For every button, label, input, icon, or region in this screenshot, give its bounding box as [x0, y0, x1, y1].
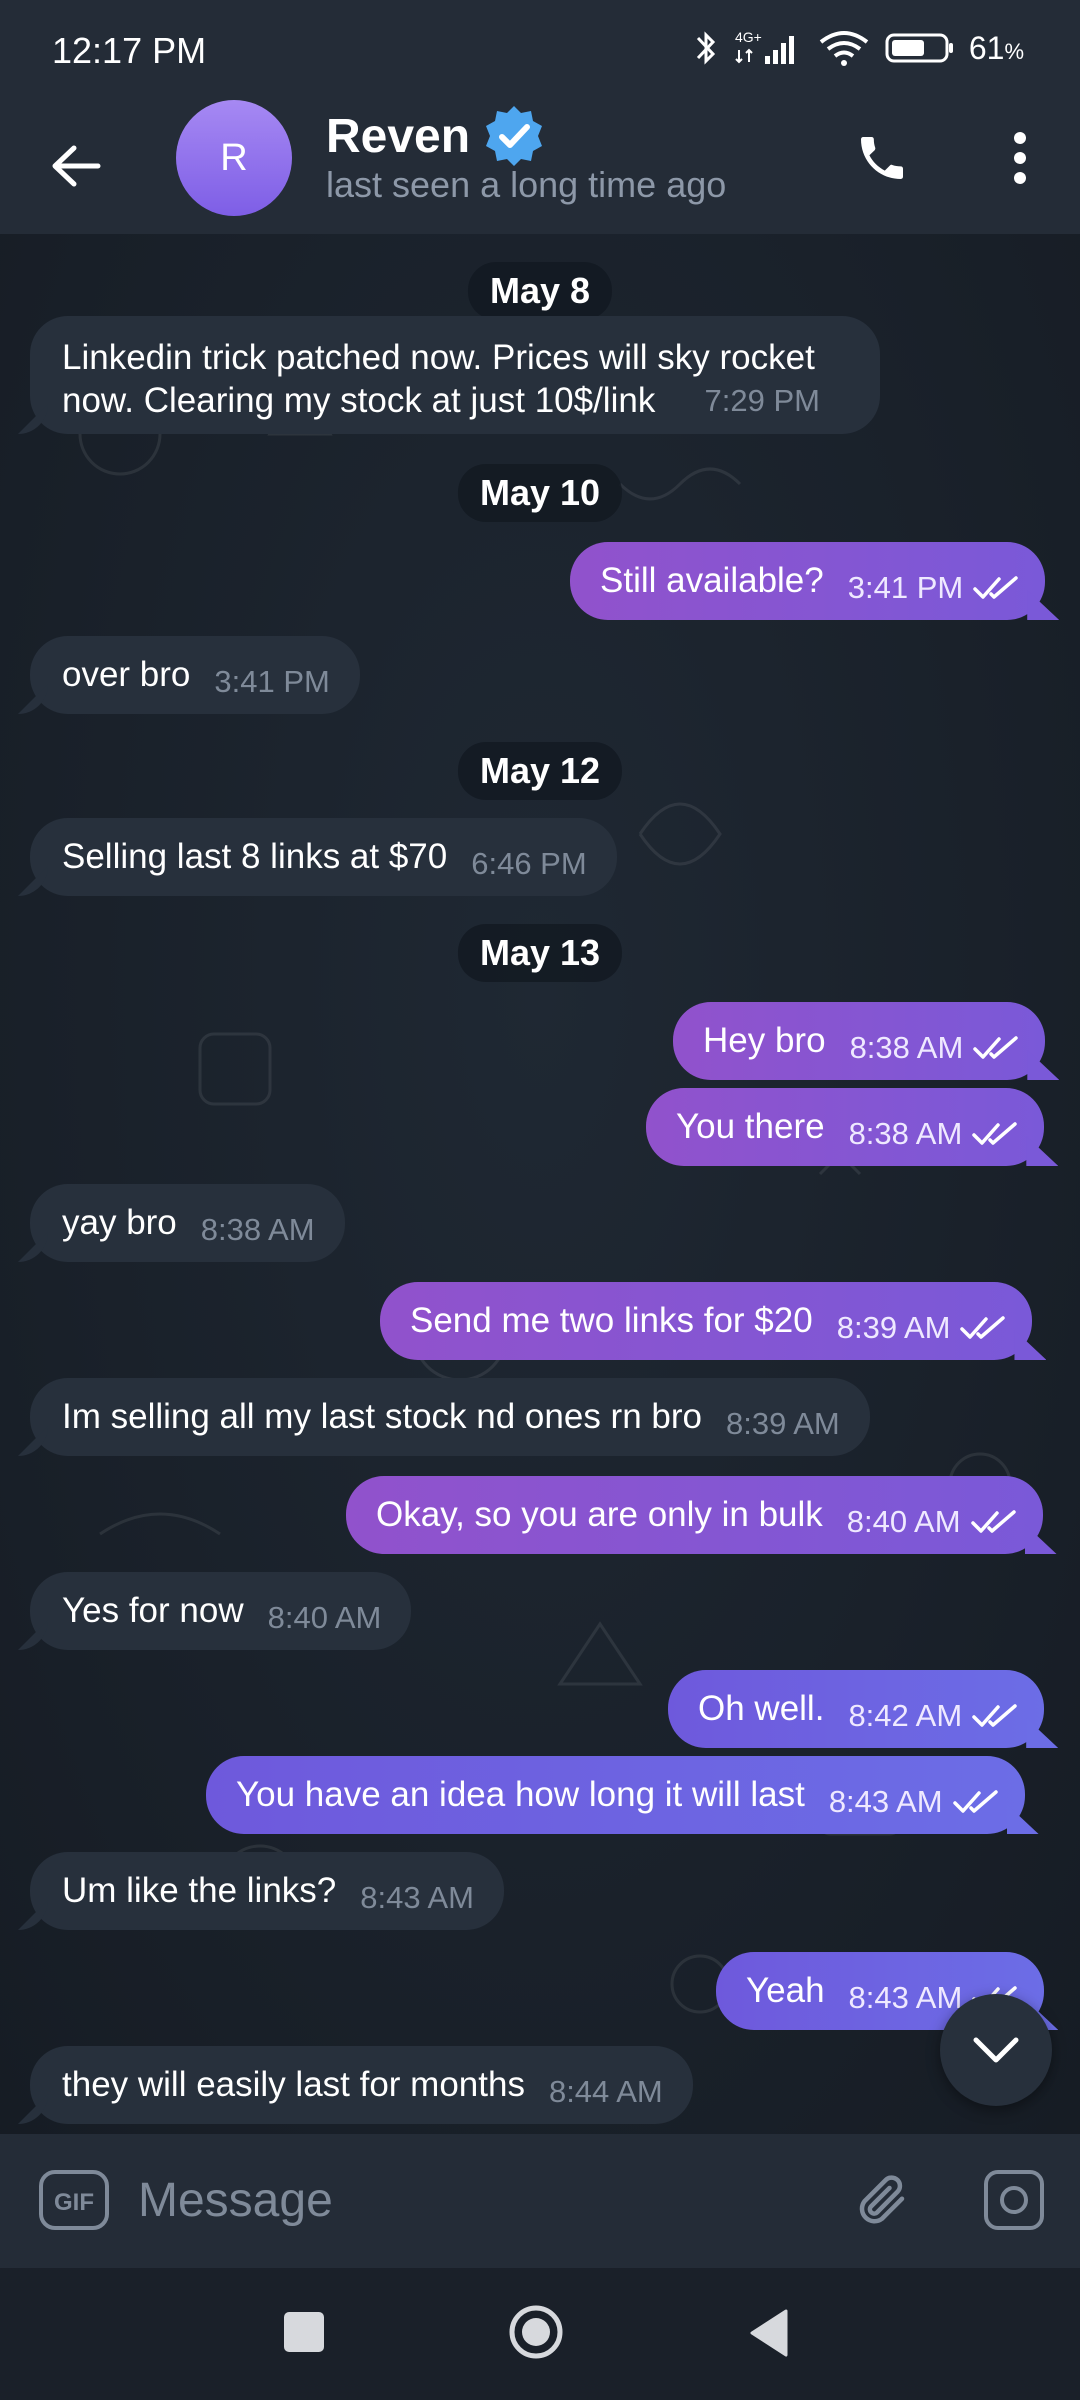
message-incoming[interactable]: Im selling all my last stock nd ones rn … — [30, 1378, 870, 1456]
message-time: 8:39 AM — [725, 1406, 840, 1441]
status-icons: 4G+ 61% — [693, 28, 1024, 68]
date-separator: May 8 — [467, 262, 613, 320]
message-text: Yes for now — [62, 1591, 244, 1630]
contact-name: Reven — [326, 109, 471, 163]
message-text: Send me two links for $20 — [410, 1301, 813, 1340]
double-check-icon — [972, 1122, 1018, 1146]
double-check-icon — [952, 1790, 999, 1814]
bluetooth-icon — [696, 31, 715, 65]
chevron-down-icon — [973, 2037, 1019, 2063]
svg-text:GIF: GIF — [54, 2189, 94, 2216]
double-check-icon — [973, 576, 1019, 600]
message-text: they will easily last for months — [62, 2065, 525, 2104]
message-time: 8:39 AM — [836, 1310, 951, 1345]
message-outgoing[interactable]: You have an idea how long it will last 8… — [206, 1756, 1025, 1834]
double-check-icon — [973, 1036, 1019, 1060]
message-text: yay bro — [62, 1203, 177, 1242]
message-outgoing[interactable]: Hey bro 8:38 AM — [673, 1002, 1046, 1080]
message-text: Still available? — [600, 561, 824, 600]
message-time: 3:41 PM — [214, 664, 330, 699]
message-text: Okay, so you are only in bulk — [376, 1495, 823, 1534]
date-separator: May 10 — [457, 464, 623, 522]
battery-percent: 61% — [968, 29, 1024, 66]
back-arrow-icon — [52, 145, 101, 187]
system-nav-bar — [0, 2268, 1080, 2400]
message-text: Hey bro — [703, 1021, 826, 1060]
message-incoming[interactable]: Linkedin trick patched now. Prices will … — [30, 316, 880, 434]
battery-icon — [885, 33, 953, 63]
message-text: over bro — [62, 655, 191, 694]
verified-icon — [486, 106, 543, 166]
paperclip-icon — [859, 2175, 905, 2224]
message-time: 6:46 PM — [471, 846, 587, 881]
contact-name-row[interactable]: Reven — [326, 104, 546, 168]
message-time: 8:43 AM — [848, 1980, 963, 2015]
nav-home-icon — [509, 2305, 563, 2359]
message-text: You there — [676, 1107, 825, 1146]
double-check-icon — [972, 1704, 1018, 1728]
message-text: Oh well. — [698, 1689, 825, 1728]
date-separator: May 12 — [457, 742, 623, 800]
message-time: 8:38 AM — [849, 1030, 964, 1065]
nav-back-button[interactable] — [746, 2308, 790, 2358]
message-incoming[interactable]: Yes for now 8:40 AM — [30, 1572, 412, 1650]
avatar[interactable]: R — [176, 100, 292, 216]
camera-button[interactable] — [978, 2164, 1050, 2236]
telegram-chat-screen: 12:17 PM 4G+ 61% R Reven last seen a lon… — [0, 0, 1080, 2400]
back-button[interactable] — [40, 130, 112, 202]
wifi-icon — [819, 31, 869, 66]
message-incoming[interactable]: Um like the links? 8:43 AM — [30, 1852, 505, 1930]
message-time: 8:43 AM — [828, 1784, 943, 1819]
message-outgoing[interactable]: Okay, so you are only in bulk 8:40 AM — [346, 1476, 1043, 1554]
message-outgoing[interactable]: Oh well. 8:42 AM — [668, 1670, 1045, 1748]
attach-button[interactable] — [846, 2164, 918, 2236]
phone-icon — [861, 137, 903, 179]
gif-icon: GIF — [39, 2170, 109, 2230]
date-separator: May 13 — [457, 924, 623, 982]
nav-back-icon — [750, 2309, 788, 2357]
message-input[interactable] — [138, 2160, 798, 2240]
message-time: 8:40 AM — [846, 1504, 961, 1539]
message-text: Um like the links? — [62, 1871, 337, 1910]
last-seen-status: last seen a long time ago — [326, 164, 727, 205]
message-incoming[interactable]: yay bro 8:38 AM — [30, 1184, 345, 1262]
message-incoming[interactable]: Selling last 8 links at $70 6:46 PM — [30, 818, 617, 896]
svg-text:4G+: 4G+ — [735, 29, 762, 45]
nav-home-button[interactable] — [508, 2304, 564, 2360]
message-outgoing[interactable]: You there 8:38 AM — [646, 1088, 1045, 1166]
message-outgoing[interactable]: Still available? 3:41 PM — [570, 542, 1046, 620]
message-time: 8:44 AM — [548, 2074, 663, 2109]
message-text: You have an idea how long it will last — [236, 1775, 805, 1814]
message-incoming[interactable]: over bro 3:41 PM — [30, 636, 360, 714]
message-time: 8:38 AM — [848, 1116, 963, 1151]
message-composer: GIF — [0, 2134, 1080, 2268]
message-list[interactable]: May 8 Linkedin trick patched now. Prices… — [0, 234, 1080, 2134]
gif-button[interactable]: GIF — [38, 2169, 110, 2231]
scroll-to-bottom-button[interactable] — [940, 1994, 1052, 2106]
signal-icon: 4G+ — [735, 29, 794, 64]
nav-recent-icon[interactable] — [284, 2312, 324, 2352]
message-time: 8:43 AM — [360, 1880, 475, 1915]
message-text: Im selling all my last stock nd ones rn … — [62, 1397, 702, 1436]
chat-header: R Reven last seen a long time ago — [0, 100, 1080, 234]
double-check-icon — [960, 1316, 1006, 1340]
message-incoming[interactable]: they will easily last for months 8:44 AM — [30, 2046, 693, 2124]
message-time: 8:42 AM — [848, 1698, 963, 1733]
message-text: Yeah — [746, 1971, 825, 2010]
status-bar: 12:17 PM 4G+ 61% — [0, 0, 1080, 100]
status-time: 12:17 PM — [52, 30, 207, 71]
more-vert-icon — [1014, 132, 1026, 184]
message-time: 7:29 PM — [704, 383, 820, 418]
message-outgoing[interactable]: Send me two links for $20 8:39 AM — [380, 1282, 1033, 1360]
message-time: 8:38 AM — [200, 1212, 315, 1247]
message-time: 3:41 PM — [847, 570, 964, 605]
message-time: 8:40 AM — [267, 1600, 382, 1635]
call-button[interactable] — [846, 122, 918, 194]
camera-icon — [984, 2170, 1044, 2230]
more-options-button[interactable] — [1000, 122, 1040, 194]
message-text: Selling last 8 links at $70 — [62, 837, 448, 876]
double-check-icon — [970, 1510, 1017, 1534]
